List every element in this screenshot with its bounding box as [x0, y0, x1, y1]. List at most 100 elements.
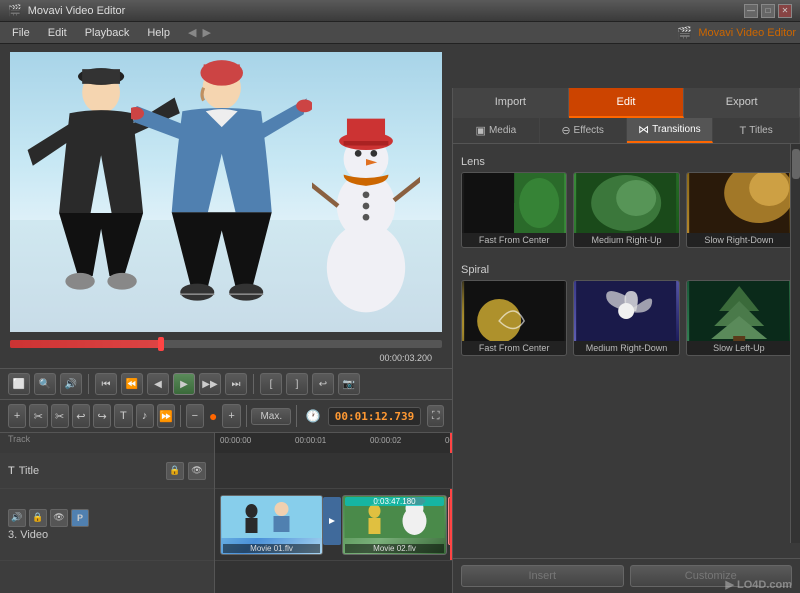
lens-effect-3[interactable]: Slow Right-Down — [686, 172, 792, 248]
tracks-content[interactable]: 0:02:08.900 — [215, 453, 452, 593]
title-track-row — [215, 453, 452, 489]
add-tool[interactable]: + — [8, 404, 26, 428]
edit-tab-transitions[interactable]: ⋈ Transitions — [627, 118, 714, 143]
zoom-in-tool[interactable]: + — [222, 404, 240, 428]
crop-button[interactable]: ⬜ — [8, 373, 30, 395]
clip-movie02[interactable]: 0:03:47.180 — [342, 495, 447, 555]
lens-title: Lens — [461, 152, 792, 172]
edit-tab-media-label: Media — [489, 125, 516, 136]
in-point-button[interactable]: [ — [260, 373, 282, 395]
menu-file[interactable]: File — [4, 25, 38, 41]
time-display: 00:00:03.200 — [10, 352, 442, 364]
titlebar: 🎬 Movavi Video Editor — □ ✕ — [0, 0, 800, 22]
spiral-thumb-2 — [574, 281, 678, 341]
volume-button[interactable]: 🔊 — [60, 373, 82, 395]
undo-button[interactable]: ↩ — [312, 373, 334, 395]
video-track-lock[interactable]: 🔒 — [29, 509, 47, 527]
timeline-ruler[interactable]: 00:00:00 00:00:01 00:00:02 00:00:03 00:0… — [215, 433, 452, 453]
progress-fill — [10, 340, 161, 348]
insert-button[interactable]: Insert — [461, 565, 624, 587]
toolbar-divider-3 — [296, 405, 297, 427]
app-icon: 🎬 — [8, 4, 22, 17]
right-scrollbar-thumb[interactable] — [792, 149, 800, 179]
go-start-button[interactable]: ⏮ — [95, 373, 117, 395]
media-icon: ▣ — [476, 124, 486, 137]
minimize-button[interactable]: — — [744, 4, 758, 18]
progress-thumb[interactable] — [158, 337, 164, 351]
lens-grid: Fast From Center Medium Right-Up — [461, 172, 792, 248]
text-tool[interactable]: T — [114, 404, 132, 428]
tab-bar: Import Edit Export — [453, 88, 800, 118]
tab-export[interactable]: Export — [684, 88, 800, 118]
progress-area[interactable]: 00:00:03.200 — [0, 332, 452, 368]
menu-edit[interactable]: Edit — [40, 25, 75, 41]
maximize-button[interactable]: □ — [761, 4, 775, 18]
title-track-eye[interactable]: 👁 — [188, 462, 206, 480]
spiral-label-2: Medium Right-Down — [574, 341, 678, 355]
edit-tab-titles[interactable]: T Titles — [713, 118, 800, 143]
menu-help[interactable]: Help — [139, 25, 178, 41]
spiral-effect-2[interactable]: Medium Right-Down — [573, 280, 679, 356]
spiral-title: Spiral — [461, 260, 792, 280]
track-labels-header: Track — [0, 433, 215, 453]
zoom-button[interactable]: 🔍 — [34, 373, 56, 395]
edit-tab-effects-label: Effects — [574, 125, 604, 136]
tracks-area: T Title 🔒 👁 🔊 🔒 👁 P — [0, 453, 452, 593]
rewind-button[interactable]: ⏪ — [121, 373, 143, 395]
time-counter: 00:01:12.739 — [328, 407, 421, 426]
video-track-p[interactable]: P — [71, 509, 89, 527]
control-divider-1 — [88, 374, 89, 394]
transitions-icon: ⋈ — [638, 123, 649, 136]
step-forward-button[interactable]: ▶▶ — [199, 373, 221, 395]
edit-tab-media[interactable]: ▣ Media — [453, 118, 540, 143]
lens-thumb-1 — [462, 173, 566, 233]
video-track-audio[interactable]: 🔊 — [8, 509, 26, 527]
lens-label-1: Fast From Center — [462, 233, 566, 247]
title-track-lock[interactable]: 🔒 — [166, 462, 184, 480]
out-point-button[interactable]: ] — [286, 373, 308, 395]
edit-tab-effects[interactable]: ⊖ Effects — [540, 118, 627, 143]
lens-effect-1[interactable]: Fast From Center — [461, 172, 567, 248]
cut-tool[interactable]: ✂ — [51, 404, 69, 428]
speed-tool[interactable]: ⏩ — [157, 404, 175, 428]
scene — [10, 52, 442, 332]
snapshot-button[interactable]: 📷 — [338, 373, 360, 395]
scissors-tool[interactable]: ✂ — [29, 404, 47, 428]
spiral-thumb-3 — [687, 281, 791, 341]
edit-tab-titles-label: Titles — [749, 125, 773, 136]
right-scrollbar[interactable] — [790, 144, 800, 543]
title-track-name: Title — [19, 465, 39, 477]
tab-edit[interactable]: Edit — [569, 88, 685, 118]
clip2-duration: 0:03:47.180 — [345, 497, 444, 506]
progress-bar[interactable] — [10, 340, 442, 348]
menu-playback[interactable]: Playback — [77, 25, 138, 41]
lens-effect-2[interactable]: Medium Right-Up — [573, 172, 679, 248]
spiral-effect-1[interactable]: Fast From Center — [461, 280, 567, 356]
clip-movie01[interactable]: 0:02:08.900 — [220, 495, 323, 555]
lens-thumb-2 — [574, 173, 678, 233]
edit-tab-transitions-label: Transitions — [652, 124, 701, 135]
person-right-figure — [131, 58, 312, 324]
step-back-button[interactable]: ◀ — [147, 373, 169, 395]
transition-1[interactable] — [323, 497, 341, 545]
go-end-button[interactable]: ⏭ — [225, 373, 247, 395]
fullscreen-button[interactable]: ⛶ — [427, 405, 444, 427]
play-button[interactable]: ▶ — [173, 373, 195, 395]
clip1-name: Movie 01.flv — [223, 544, 320, 553]
zoom-out-tool[interactable]: − — [186, 404, 204, 428]
snowman-figure — [312, 94, 420, 318]
video-track-row: 0:02:08.900 — [215, 489, 452, 561]
effects-icon: ⊖ — [561, 124, 570, 137]
spiral-effect-3[interactable]: Slow Left-Up — [686, 280, 792, 356]
video-preview — [10, 52, 442, 332]
video-track-eye[interactable]: 👁 — [50, 509, 68, 527]
undo-tool[interactable]: ↩ — [72, 404, 90, 428]
max-button[interactable]: Max. — [251, 408, 291, 425]
audio-tool[interactable]: ♪ — [136, 404, 154, 428]
tab-import[interactable]: Import — [453, 88, 569, 118]
watermark: ▶ LO4D.com — [725, 578, 792, 591]
spiral-label-1: Fast From Center — [462, 341, 566, 355]
close-button[interactable]: ✕ — [778, 4, 792, 18]
toolbar-divider-2 — [246, 405, 247, 427]
redo-tool[interactable]: ↪ — [93, 404, 111, 428]
